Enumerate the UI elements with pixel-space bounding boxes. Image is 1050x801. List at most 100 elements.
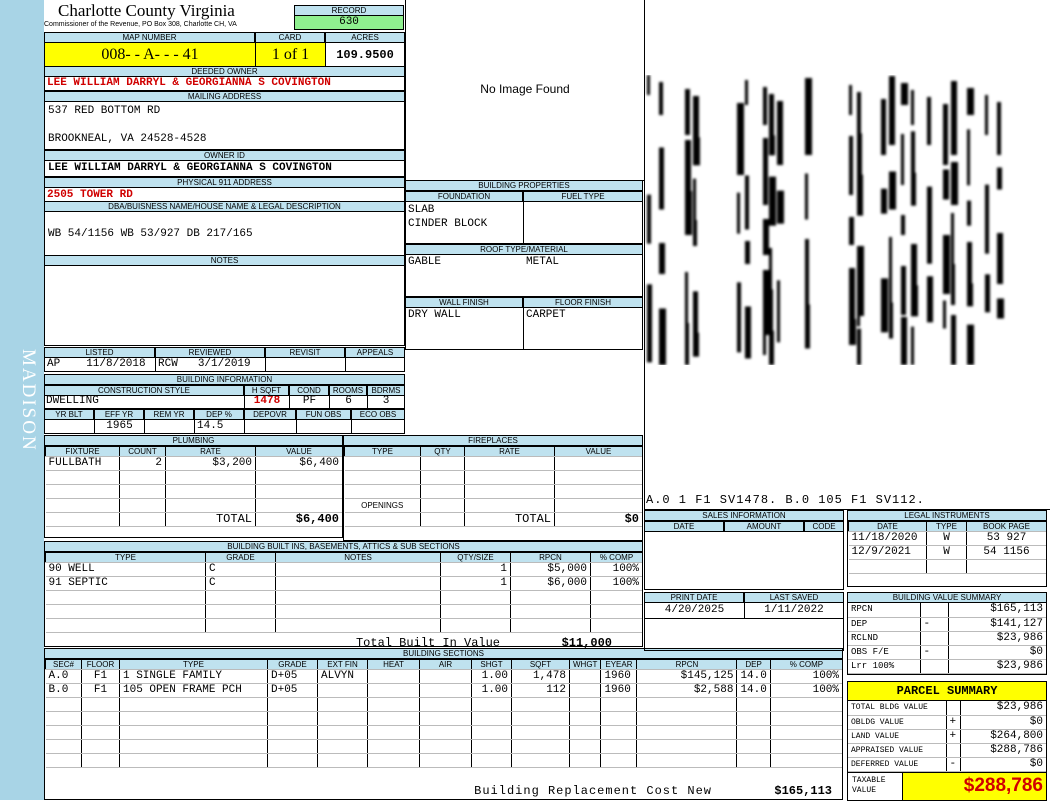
- sketch-bar: [745, 175, 749, 230]
- reviewed-value: RCW 3/1/2019: [156, 358, 266, 371]
- sketch-bar: [911, 326, 914, 365]
- parcel-sign: +: [946, 715, 961, 730]
- fireplaces-label: FIREPLACES: [343, 435, 643, 446]
- funobs-value: [297, 420, 352, 433]
- sketch-bar: [737, 103, 744, 175]
- mailing-line-2: BROOKNEAL, VA 24528-4528: [48, 133, 207, 145]
- sec-shgt: 1.00: [471, 669, 512, 684]
- li-type: W: [926, 531, 967, 546]
- sketch-bar: [951, 81, 957, 155]
- mailing-line-1: 537 RED BOTTOM RD: [48, 105, 161, 117]
- listed-value: AP 11/8/2018: [45, 358, 156, 371]
- sketch-bar: [647, 284, 652, 363]
- bvs-table: RPCN $165,113 DEP - $141,127 RCLND $23,986 O…: [847, 603, 1047, 675]
- revisit-label: REVISIT: [265, 347, 345, 358]
- parcel-value: $264,800: [960, 729, 1046, 744]
- bvs-row: RPCN $165,113: [848, 603, 1046, 618]
- plumbing-total-label: TOTAL: [165, 512, 256, 527]
- listed-date: 11/8/2018: [86, 358, 146, 370]
- rooms-label: ROOMS: [329, 385, 367, 396]
- sec-floor: F1: [81, 669, 120, 684]
- foundation-2: CINDER BLOCK: [408, 218, 488, 230]
- parcel-label: DEFERRED VALUE: [848, 757, 947, 772]
- sketch-bar: [997, 167, 1002, 190]
- sketch-bar: [693, 332, 699, 357]
- sketch-bar: [777, 190, 784, 224]
- extfin-header: EXT FIN: [317, 659, 368, 670]
- sketch-bar: [693, 137, 700, 166]
- parcel-row: OBLDG VALUE + $0: [848, 715, 1046, 730]
- bvs-row: RCLND $23,986: [848, 631, 1046, 646]
- legal-description: WB 54/1156 WB 53/927 DB 217/165: [44, 212, 405, 256]
- print-date-label: PRINT DATE: [644, 592, 744, 603]
- sketch-bar: [769, 135, 775, 156]
- comp-header: % COMP: [769, 659, 842, 670]
- plumbing-section: PLUMBING FIXTURE COUNT RATE VALUE FULLBATH 2…: [44, 435, 343, 538]
- sketch-bar: [857, 328, 861, 365]
- notes-body: [44, 266, 405, 346]
- fireplaces-section: FIREPLACES TYPE QTY RATE VALUE OPENINGS TOT…: [343, 435, 643, 541]
- heat-header: HEAT: [367, 659, 420, 670]
- building-properties-label: BUILDING PROPERTIES: [405, 180, 643, 191]
- sketch-labels: A.0 1 F1 SV1478. B.0 105 F1 SV112.: [646, 493, 925, 507]
- building-value-summary: BUILDING VALUE SUMMARY RPCN $165,113 DEP -…: [847, 592, 1047, 675]
- li-type: W: [926, 545, 967, 560]
- count-header: COUNT: [119, 446, 166, 457]
- bi-qty: 1: [440, 576, 511, 591]
- hsqft-label: H SQFT: [244, 385, 289, 396]
- fp-value-header: VALUE: [554, 446, 642, 457]
- sketch-bar: [997, 298, 1004, 319]
- sketch-bar: [881, 99, 886, 155]
- listing-info: LISTED REVIEWED REVISIT APPEALS AP 11/8/2…: [44, 347, 405, 372]
- floor-header: FLOOR: [81, 659, 120, 670]
- reviewed-label: REVIEWED: [155, 347, 265, 358]
- built-ins-section: BUILDING BUILT INS, BASEMENTS, ATTICS & …: [44, 541, 643, 650]
- bvs-value: $165,113: [948, 603, 1046, 618]
- sketch-bar: [763, 321, 766, 355]
- sketch-bar: [927, 97, 931, 145]
- wall-finish-label: WALL FINISH: [405, 297, 523, 308]
- parcel-value: $23,986: [960, 701, 1046, 716]
- print-date: 4/20/2025: [645, 603, 745, 618]
- parcel-summary: PARCEL SUMMARY TOTAL BLDG VALUE $23,986 O…: [847, 681, 1047, 801]
- parcel-label: OBLDG VALUE: [848, 715, 947, 730]
- plumbing-table: FIXTURE COUNT RATE VALUE FULLBATH 2 $3,200 $6,…: [44, 446, 343, 538]
- rpcn-header: RPCN: [636, 659, 738, 670]
- bi-rpcn: $6,000: [510, 576, 591, 591]
- dep-header: DEP: [736, 659, 771, 670]
- county-title: Charlotte County Virginia: [58, 1, 235, 20]
- remyr-label: REM YR: [144, 409, 194, 420]
- sketch-bar: [901, 134, 904, 185]
- bvs-label-cell: RCLND: [848, 631, 921, 646]
- li-date: 11/18/2020: [848, 531, 927, 546]
- reviewed-date: 3/1/2019: [197, 358, 251, 370]
- depovr-label: DEPOVR: [244, 409, 296, 420]
- li-date-header: DATE: [848, 521, 927, 532]
- sec-grade: D+05: [267, 669, 318, 684]
- floor-finish: CARPET: [526, 309, 566, 321]
- type-header: TYPE: [119, 659, 268, 670]
- legal-label: DBA/BUISNESS NAME/HOUSE NAME & LEGAL DES…: [44, 201, 405, 212]
- sketch-bar: [967, 283, 973, 307]
- sketch-bar: [849, 85, 852, 115]
- appeals-label: APPEALS: [345, 347, 405, 358]
- sketch-bar: [769, 289, 773, 337]
- sketch-barcode: [645, 75, 1045, 365]
- air-header: AIR: [419, 659, 472, 670]
- taxable-value: $288,786: [903, 772, 1046, 800]
- legal-instrument-row: 11/18/2020 W 53 927: [848, 531, 1046, 546]
- sketch-bar: [889, 237, 892, 304]
- grade-header: GRADE: [267, 659, 318, 670]
- bi-qty-header: QTY/SIZE: [440, 552, 511, 563]
- sketch-bar: [769, 330, 774, 365]
- acres-value: 109.9500: [336, 48, 394, 62]
- sketch-bar: [849, 136, 853, 195]
- sec-extfin: ALVYN: [317, 669, 368, 684]
- sec-dep: 14.0: [736, 669, 771, 684]
- sketch-bar: [967, 324, 974, 365]
- li-book-header: BOOK PAGE: [966, 521, 1046, 532]
- sketch-bar: [901, 266, 906, 315]
- sketch-bar: [647, 194, 651, 244]
- sketch-bar: [763, 138, 768, 205]
- owner-id: LEE WILLIAM DARRYL & GEORGIANNA S COVING…: [44, 161, 405, 177]
